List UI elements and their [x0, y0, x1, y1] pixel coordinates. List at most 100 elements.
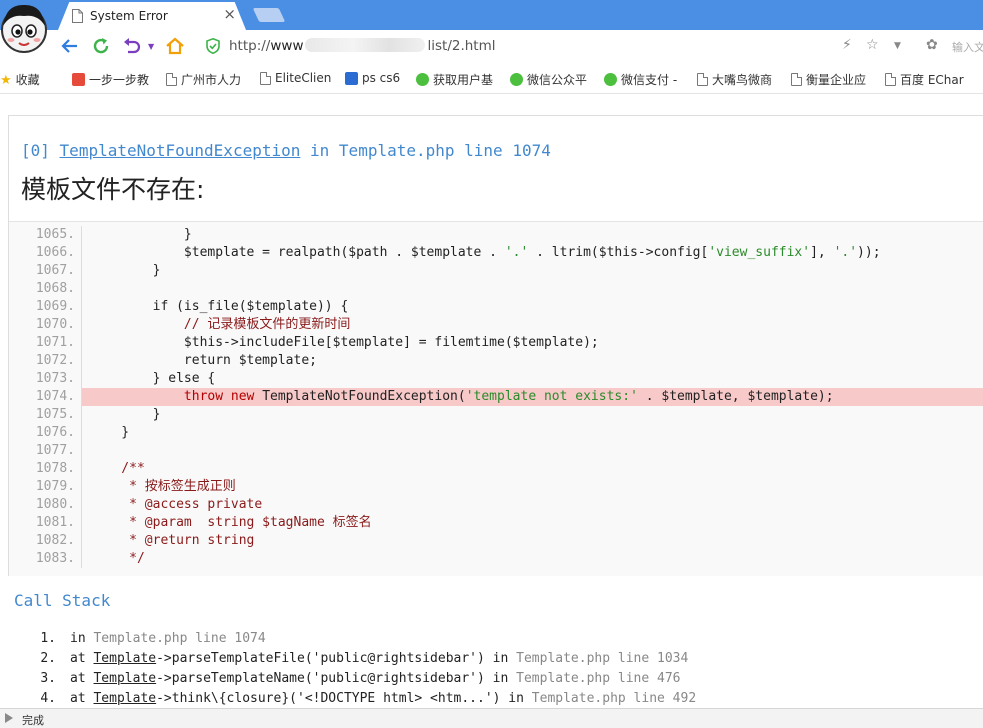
- code-lines: 1065. } 1066. $template = realpath($path …: [9, 226, 983, 568]
- paw-icon[interactable]: ✿: [926, 37, 938, 53]
- line-number: 1083.: [35, 551, 75, 566]
- stack-location: Template.php line 1074: [93, 631, 266, 646]
- exception-name-link[interactable]: TemplateNotFoundException: [60, 141, 301, 160]
- stack-number: 4.: [40, 691, 56, 706]
- avatar[interactable]: [0, 0, 48, 56]
- line-number: 1073.: [35, 371, 75, 386]
- line-code: $this->includeFile[$template] = filemtim…: [81, 334, 983, 352]
- code-line: 1081. * @param string $tagName 标签名: [9, 514, 983, 532]
- call-stack-item: 4. at Template->think\{closure}('<!DOCTYP…: [28, 689, 696, 708]
- address-input[interactable]: http://www list/2.html: [229, 38, 496, 54]
- code-line: 1082. * @return string: [9, 532, 983, 550]
- code-line: 1072. return $template;: [9, 352, 983, 370]
- line-number: 1076.: [35, 425, 75, 440]
- stack-number: 2.: [40, 651, 56, 666]
- undo-icon: [124, 38, 141, 54]
- stack-class-link[interactable]: Template: [93, 651, 156, 666]
- line-code: [81, 442, 983, 460]
- bookmark-item[interactable]: 一步一步教: [72, 71, 149, 88]
- code-line: 1080. * @access private: [9, 496, 983, 514]
- line-code: }: [81, 262, 983, 280]
- call-stack-item: 3. at Template->parseTemplateName('public…: [28, 669, 696, 689]
- page-icon: [72, 9, 83, 23]
- call-stack-item: 2. at Template->parseTemplateFile('public…: [28, 649, 696, 669]
- line-code: }: [81, 226, 983, 244]
- wechat-icon: [604, 73, 617, 86]
- shield-icon[interactable]: [206, 38, 220, 54]
- star-icon[interactable]: ☆: [866, 37, 879, 53]
- bookmark-item[interactable]: 衡量企业应: [791, 71, 866, 88]
- page-icon: [791, 73, 802, 86]
- bookmark-item[interactable]: 获取用户基: [416, 71, 493, 88]
- stack-prefix: at: [70, 671, 94, 686]
- bookmark-favorites[interactable]: ★ 收藏: [0, 71, 40, 88]
- line-code: /**: [81, 460, 983, 478]
- stack-class-link[interactable]: Template: [93, 671, 156, 686]
- call-stack-item: 1. in Template.php line 1074: [28, 629, 696, 649]
- line-number: 1068.: [35, 281, 75, 296]
- url-redacted: [305, 38, 426, 52]
- undo-close-button[interactable]: [120, 34, 144, 58]
- navigation-bar: ▼ http://www list/2.html ⚡ ☆ ▼ ✿ 输入文: [0, 30, 983, 62]
- back-button[interactable]: [58, 34, 82, 58]
- line-number: 1070.: [35, 317, 75, 332]
- tab-system-error[interactable]: System Error ×: [58, 2, 246, 30]
- status-text: 完成: [22, 714, 44, 727]
- url-host: www: [270, 38, 304, 54]
- exception-message: 模板文件不存在:: [21, 175, 205, 204]
- line-code: }: [81, 406, 983, 424]
- code-line: 1068.: [9, 280, 983, 298]
- stack-number: 3.: [40, 671, 56, 686]
- close-tab-icon[interactable]: ×: [223, 7, 236, 22]
- code-line: 1069. if (is_file($template)) {: [9, 298, 983, 316]
- refresh-button[interactable]: [89, 34, 113, 58]
- bookmark-item[interactable]: 微信支付 -: [604, 71, 677, 88]
- arrow-left-icon: [61, 39, 77, 53]
- exception-index: [0]: [21, 141, 50, 160]
- wechat-icon: [510, 73, 523, 86]
- line-code: return $template;: [81, 352, 983, 370]
- search-input[interactable]: 输入文: [952, 39, 983, 55]
- page-icon: [697, 73, 708, 86]
- chevron-down-icon[interactable]: ▼: [148, 42, 154, 51]
- play-icon: [5, 713, 13, 723]
- line-number: 1067.: [35, 263, 75, 278]
- bookmark-item[interactable]: 广州市人力: [166, 71, 241, 88]
- line-number: 1081.: [35, 515, 75, 530]
- stack-location: Template.php line 476: [516, 671, 681, 686]
- stack-number: 1.: [40, 631, 56, 646]
- ps-icon: [345, 71, 358, 85]
- exception-in: in: [310, 141, 330, 160]
- line-number: 1082.: [35, 533, 75, 548]
- code-line: 1078. /**: [9, 460, 983, 478]
- page-content: [0] TemplateNotFoundException in Templat…: [0, 95, 983, 708]
- line-code: * @return string: [81, 532, 983, 550]
- bookmark-item[interactable]: 百度 EChar: [885, 71, 964, 88]
- bookmark-item[interactable]: ps cs6: [345, 71, 400, 85]
- line-number: 1065.: [35, 227, 75, 242]
- page-icon: [885, 73, 896, 86]
- line-code: [81, 280, 983, 298]
- home-button[interactable]: [163, 34, 187, 58]
- line-number: 1080.: [35, 497, 75, 512]
- line-number: 1077.: [35, 443, 75, 458]
- line-code: * @access private: [81, 496, 983, 514]
- lightning-icon[interactable]: ⚡: [842, 37, 852, 53]
- stack-call: ->parseTemplateFile('public@rightsidebar…: [156, 651, 517, 666]
- stack-class-link[interactable]: Template: [93, 691, 156, 706]
- new-tab-button[interactable]: [252, 8, 286, 22]
- chevron-down-icon[interactable]: ▼: [894, 41, 901, 51]
- stack-call: ->parseTemplateName('public@rightsidebar…: [156, 671, 517, 686]
- stack-prefix: at: [70, 651, 94, 666]
- line-number: 1075.: [35, 407, 75, 422]
- code-line: 1070. // 记录模板文件的更新时间: [9, 316, 983, 334]
- bookmark-item[interactable]: 微信公众平: [510, 71, 587, 88]
- stack-prefix: in: [70, 631, 94, 646]
- line-number: 1066.: [35, 245, 75, 260]
- line-code: $template = realpath($path . $template .…: [81, 244, 983, 262]
- red-app-icon: [72, 73, 85, 86]
- bookmark-item[interactable]: EliteClien: [260, 71, 331, 85]
- line-number: 1072.: [35, 353, 75, 368]
- code-line: 1073. } else {: [9, 370, 983, 388]
- bookmark-item[interactable]: 大嘴鸟微商: [697, 71, 772, 88]
